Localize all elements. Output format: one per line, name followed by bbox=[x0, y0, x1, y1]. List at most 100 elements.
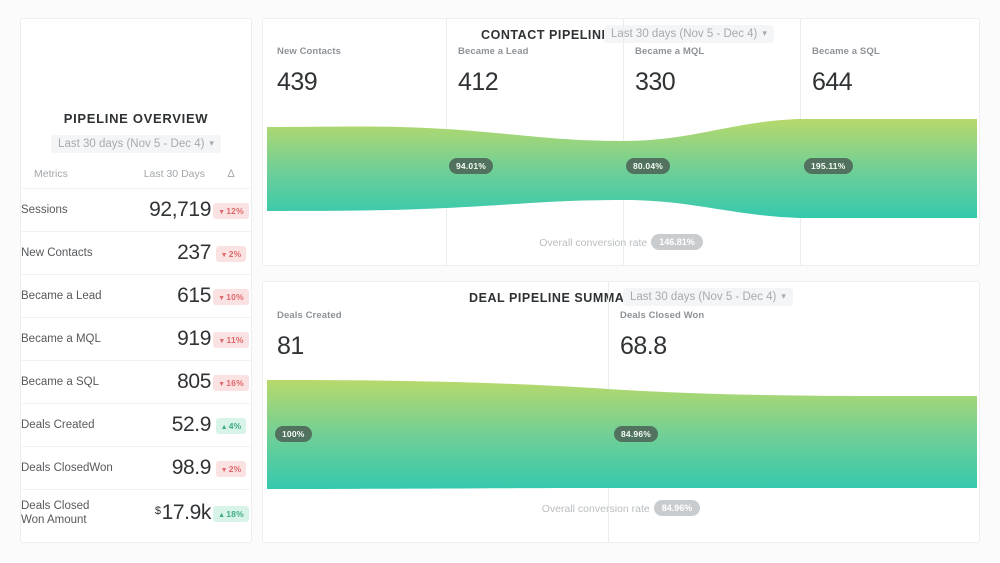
metric-delta-cell: ▼16% bbox=[211, 361, 251, 404]
delta-value: 4% bbox=[229, 421, 242, 431]
stage-value: 81 bbox=[277, 332, 342, 361]
metric-name: Deals Created bbox=[21, 404, 116, 447]
metric-name: Deals ClosedWon bbox=[21, 447, 116, 490]
status-badge: ▼16% bbox=[213, 375, 249, 391]
column-header-metrics: Metrics bbox=[21, 168, 116, 189]
chevron-down-icon: ▾ bbox=[209, 139, 214, 148]
metric-delta-cell: ▼2% bbox=[211, 447, 251, 490]
stage-label: New Contacts bbox=[277, 46, 341, 57]
deal-pipeline-funnel-chart: 100% 84.96% bbox=[263, 376, 979, 494]
chevron-down-icon: ▾ bbox=[762, 29, 767, 38]
metric-value-number: 237 bbox=[177, 241, 211, 264]
metric-name: Deals Closed Won Amount bbox=[21, 490, 116, 537]
table-row: Became a MQL919▼11% bbox=[21, 318, 251, 361]
delta-value: 10% bbox=[226, 292, 244, 302]
overall-conversion-label: Overall conversion rate bbox=[542, 503, 650, 515]
contact-overall-conversion: Overall conversion rate146.81% bbox=[263, 234, 979, 250]
delta-value: 11% bbox=[226, 335, 243, 345]
triangle-down-icon: ▼ bbox=[221, 252, 228, 259]
stage-became-a-sql: Became a SQL 644 bbox=[812, 46, 880, 97]
metric-value-number: 17.9k bbox=[162, 501, 211, 524]
metric-value-number: 52.9 bbox=[172, 413, 211, 436]
table-row: Became a Lead615▼10% bbox=[21, 275, 251, 318]
metric-value: 98.9 bbox=[116, 447, 211, 490]
stage-value: 330 bbox=[635, 68, 704, 97]
status-badge: ▼10% bbox=[213, 289, 249, 305]
triangle-down-icon: ▼ bbox=[218, 338, 225, 345]
deal-pipeline-title: DEAL PIPELINE SUMMARY bbox=[469, 291, 642, 305]
metric-name: Became a Lead bbox=[21, 275, 116, 318]
status-badge: ▼2% bbox=[216, 246, 247, 262]
delta-value: 12% bbox=[226, 206, 244, 216]
pipeline-overview-daterange-label: Last 30 days (Nov 5 - Dec 4) bbox=[58, 138, 204, 150]
metric-value: 919 bbox=[116, 318, 211, 361]
table-row: Deals ClosedWon98.9▼2% bbox=[21, 447, 251, 490]
metric-delta-cell: ▼11% bbox=[211, 318, 251, 361]
metric-value: 237 bbox=[116, 232, 211, 275]
chevron-down-icon: ▾ bbox=[781, 292, 786, 301]
triangle-down-icon: ▼ bbox=[218, 209, 225, 216]
delta-value: 2% bbox=[229, 249, 242, 259]
metric-delta-cell: ▼10% bbox=[211, 275, 251, 318]
delta-value: 18% bbox=[226, 509, 244, 519]
pipeline-overview-daterange-dropdown[interactable]: Last 30 days (Nov 5 - Dec 4) ▾ bbox=[51, 135, 221, 153]
pipeline-overview-card: PIPELINE OVERVIEW Last 30 days (Nov 5 - … bbox=[20, 18, 252, 543]
conversion-rate-badge: 100% bbox=[275, 426, 312, 442]
column-header-delta: Δ bbox=[211, 168, 251, 189]
overall-conversion-value: 84.96% bbox=[654, 500, 701, 516]
dashboard-page: PIPELINE OVERVIEW Last 30 days (Nov 5 - … bbox=[0, 0, 1000, 563]
delta-value: 2% bbox=[229, 464, 242, 474]
conversion-rate-badge: 84.96% bbox=[614, 426, 658, 442]
stage-value: 412 bbox=[458, 68, 528, 97]
metric-value: 92,719 bbox=[116, 189, 211, 232]
metrics-header-row: Metrics Last 30 Days Δ bbox=[21, 168, 251, 189]
conversion-rate-badge: 195.11% bbox=[804, 158, 853, 174]
pipeline-overview-title: PIPELINE OVERVIEW bbox=[21, 111, 251, 126]
stage-label: Deals Closed Won bbox=[620, 310, 704, 321]
metrics-table-head: Metrics Last 30 Days Δ bbox=[21, 168, 251, 189]
table-row: Sessions92,719 ▼12% bbox=[21, 189, 251, 232]
contact-pipeline-daterange-label: Last 30 days (Nov 5 - Dec 4) bbox=[611, 28, 757, 40]
metric-name: New Contacts bbox=[21, 232, 116, 275]
triangle-down-icon: ▼ bbox=[218, 295, 225, 302]
contact-pipeline-title: CONTACT PIPELINE bbox=[481, 28, 610, 42]
metric-value-number: 98.9 bbox=[172, 456, 211, 479]
status-badge: ▼11% bbox=[213, 332, 248, 348]
triangle-down-icon: ▼ bbox=[218, 381, 225, 388]
deal-overall-conversion: Overall conversion rate 84.96% bbox=[263, 500, 979, 516]
metric-value: 52.9 bbox=[116, 404, 211, 447]
deal-pipeline-daterange-dropdown[interactable]: Last 30 days (Nov 5 - Dec 4) ▾ bbox=[623, 288, 793, 306]
contact-funnel-svg bbox=[263, 115, 980, 222]
contact-pipeline-funnel-chart: 94.01% 80.04% 195.11% bbox=[263, 115, 979, 222]
table-row: Deals Created 52.9 ▲4% bbox=[21, 404, 251, 447]
stage-value: 644 bbox=[812, 68, 880, 97]
contact-funnel-area bbox=[267, 119, 977, 218]
metric-name: Became a SQL bbox=[21, 361, 116, 404]
stage-label: Became a Lead bbox=[458, 46, 528, 57]
metric-value-number: 615 bbox=[177, 284, 211, 307]
contact-pipeline-daterange-dropdown[interactable]: Last 30 days (Nov 5 - Dec 4) ▾ bbox=[604, 25, 774, 43]
conversion-rate-badge: 94.01% bbox=[449, 158, 493, 174]
deal-pipeline-daterange-label: Last 30 days (Nov 5 - Dec 4) bbox=[630, 291, 776, 303]
stage-became-a-mql: Became a MQL 330 bbox=[635, 46, 704, 97]
metric-delta-cell: ▼2% bbox=[211, 232, 251, 275]
contact-pipeline-stages: New Contacts 439 Became a Lead 412 Becam… bbox=[263, 46, 979, 124]
conversion-rate-badge: 80.04% bbox=[626, 158, 670, 174]
triangle-up-icon: ▲ bbox=[218, 512, 225, 519]
stage-new-contacts: New Contacts 439 bbox=[277, 46, 341, 97]
metrics-table: Metrics Last 30 Days Δ Sessions92,719▼12… bbox=[21, 168, 251, 537]
metric-delta-cell: ▲18% bbox=[211, 490, 251, 537]
deal-pipeline-card: DEAL PIPELINE SUMMARY Last 30 days (Nov … bbox=[262, 281, 980, 543]
metric-name: Sessions bbox=[21, 189, 116, 232]
currency-symbol: $ bbox=[155, 505, 161, 517]
metric-value-number: 919 bbox=[177, 327, 211, 350]
column-header-value: Last 30 Days bbox=[116, 168, 211, 189]
stage-label: Became a SQL bbox=[812, 46, 880, 57]
triangle-down-icon: ▼ bbox=[221, 467, 228, 474]
stage-value: 68.8 bbox=[620, 332, 704, 361]
metric-value: 805 bbox=[116, 361, 211, 404]
status-badge: ▲4% bbox=[216, 418, 247, 434]
stage-value: 439 bbox=[277, 68, 341, 97]
metric-delta-cell: ▲4% bbox=[211, 404, 251, 447]
table-row: New Contacts 237 ▼2% bbox=[21, 232, 251, 275]
